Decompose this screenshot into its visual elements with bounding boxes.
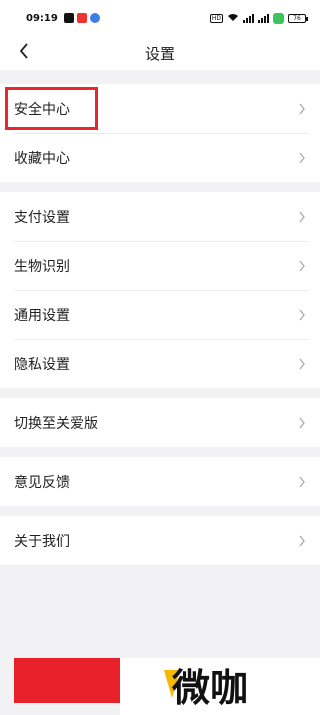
- settings-item-general[interactable]: 通用设置: [0, 290, 320, 339]
- app-notification-icon: [76, 13, 87, 23]
- signal-icon: [243, 13, 254, 23]
- chevron-right-icon: [296, 476, 308, 488]
- settings-item-about-us[interactable]: 关于我们: [0, 516, 320, 565]
- app-notification-icon: [273, 12, 284, 24]
- chevron-right-icon: [296, 211, 308, 223]
- status-bar: 09:19 HD 76: [0, 0, 320, 36]
- settings-group: 支付设置 生物识别 通用设置 隐私设置: [0, 192, 320, 388]
- chevron-left-icon: [19, 43, 29, 63]
- settings-item-care-mode[interactable]: 切换至关爱版: [0, 398, 320, 447]
- settings-group: 关于我们: [0, 516, 320, 565]
- settings-item-biometrics[interactable]: 生物识别: [0, 241, 320, 290]
- nav-bar: 设置: [0, 36, 320, 70]
- chevron-right-icon: [296, 103, 308, 115]
- settings-item-label: 意见反馈: [14, 474, 70, 491]
- back-button[interactable]: [10, 39, 38, 67]
- status-time: 09:19: [26, 12, 58, 24]
- settings-group: 意见反馈: [0, 457, 320, 506]
- settings-item-label: 切换至关爱版: [14, 415, 98, 432]
- settings-item-label: 通用设置: [14, 307, 70, 324]
- settings-item-label: 安全中心: [14, 101, 70, 118]
- settings-item-security-center[interactable]: 安全中心: [0, 84, 320, 133]
- chevron-right-icon: [296, 535, 308, 547]
- chevron-right-icon: [296, 358, 308, 370]
- page-title: 设置: [144, 44, 175, 63]
- watermark-text: 微咖: [171, 666, 248, 710]
- signal-icon: [258, 13, 269, 23]
- watermark-logo: 微咖: [120, 658, 320, 715]
- chevron-right-icon: [296, 417, 308, 429]
- settings-item-label: 关于我们: [14, 533, 70, 550]
- settings-item-feedback[interactable]: 意见反馈: [0, 457, 320, 506]
- wifi-icon: [227, 13, 239, 24]
- settings-item-label: 收藏中心: [14, 150, 70, 167]
- settings-item-label: 生物识别: [14, 258, 70, 275]
- battery-icon: 76: [288, 13, 308, 23]
- settings-item-label: 隐私设置: [14, 356, 70, 373]
- settings-item-payment[interactable]: 支付设置: [0, 192, 320, 241]
- settings-item-privacy[interactable]: 隐私设置: [0, 339, 320, 388]
- app-notification-icon: [89, 13, 100, 23]
- chevron-right-icon: [296, 260, 308, 272]
- battery-level: 76: [293, 14, 301, 22]
- settings-group: 切换至关爱版: [0, 398, 320, 447]
- settings-group: 安全中心 收藏中心: [0, 84, 320, 182]
- settings-item-favorites-center[interactable]: 收藏中心: [0, 133, 320, 182]
- app-notification-icon: [63, 13, 74, 23]
- settings-item-label: 支付设置: [14, 209, 70, 226]
- chevron-right-icon: [296, 152, 308, 164]
- chevron-right-icon: [296, 309, 308, 321]
- hd-icon: HD: [209, 13, 223, 23]
